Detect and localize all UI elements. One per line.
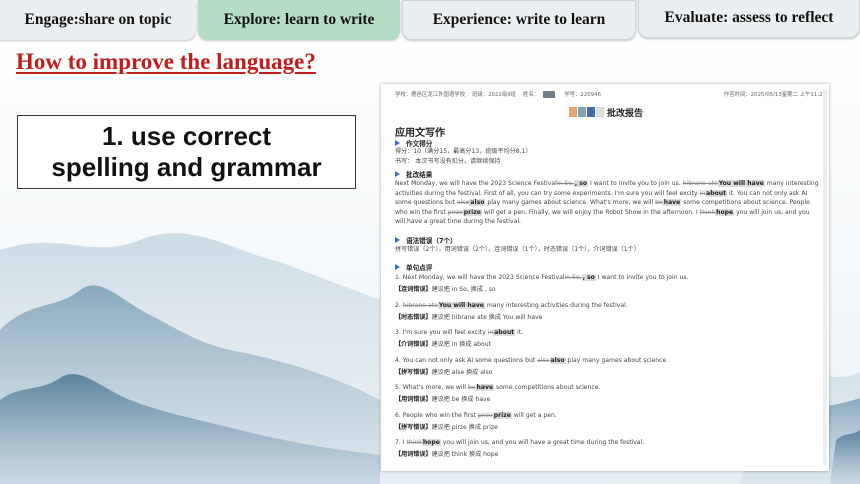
comment-suggestion: 【用词错误】建议把 be 换成 have: [395, 396, 491, 403]
report-meta: 学校：鹿邑区龙江外国语学校 班级：2022级9班 姓名： 学号：220946 作…: [395, 90, 826, 100]
callout-line-2: spelling and grammar: [51, 152, 322, 182]
corrected-essay: Next Monday, we will have the 2023 Scien…: [395, 180, 819, 226]
section-title: 应用文写作: [395, 128, 445, 139]
meta-school: 学校：鹿邑区龙江外国语学校: [395, 92, 466, 98]
score-line: 得分：10（满分15，最高分13，班级平均分8.1）: [395, 148, 532, 155]
tab-evaluate-label: Evaluate: assess to reflect: [664, 9, 834, 26]
tab-engage[interactable]: Engage:share on topic: [0, 0, 196, 40]
tab-explore-label: Explore: learn to write: [223, 11, 375, 28]
comment-sentence: 4. You can not only ask AI some question…: [395, 356, 669, 364]
result-header: 批改结果: [395, 169, 432, 179]
report-title: 批改报告: [607, 108, 644, 119]
tab-evaluate[interactable]: Evaluate: assess to reflect: [638, 0, 860, 38]
errors-line: 拼写错误（2个），用词错误（2个），连词错误（1个），时态错误（1个），介词错误…: [395, 246, 640, 253]
redacted-block: [578, 107, 586, 117]
triangle-bullet-icon: [395, 237, 400, 243]
writing-line: 书写： 本次书写没有扣分，请继续保持: [395, 158, 501, 165]
redacted-block: [569, 107, 577, 117]
comment-sentence: 1. Next Monday, we will have the 2023 Sc…: [395, 274, 689, 281]
tab-experience[interactable]: Experience: write to learn: [402, 0, 636, 40]
comment-sentence: 3. I'm sure you will feel excity inabout…: [395, 329, 524, 336]
meta-class: 班级：2022级9班: [471, 92, 517, 98]
meta-student-no: 学号：220946: [564, 92, 602, 98]
comment-suggestion: 【介词错误】建议把 in 换成 about: [395, 341, 491, 348]
tip-callout: 1. use correct spelling and grammar: [17, 115, 356, 189]
tab-explore[interactable]: Explore: learn to write: [198, 0, 400, 40]
triangle-bullet-icon: [395, 140, 400, 146]
tab-engage-label: Engage:share on topic: [24, 11, 172, 28]
correction-report: 学校：鹿邑区龙江外国语学校 班级：2022级9班 姓名： 学号：220946 作…: [381, 84, 829, 471]
errors-header: 语法错误（7个）: [395, 235, 457, 245]
comments-header: 单句点评: [395, 262, 432, 272]
redacted-block: [596, 107, 604, 117]
page-heading: How to improve the language?: [16, 49, 316, 74]
comment-suggestion: 【连词错误】建议把 in So, 换成 , so: [395, 286, 496, 293]
report-scrollbar[interactable]: [823, 90, 827, 465]
meta-work-time: 作答时间：2025/05/13星期二 上午11:25: [723, 92, 826, 98]
redacted-name: [543, 91, 556, 98]
comment-suggestion: 【用词错误】建议把 think 换成 hope: [395, 451, 499, 458]
triangle-bullet-icon: [395, 171, 400, 177]
comment-suggestion: 【时态错误】建议把 hibrane ate 换成 You will have: [395, 313, 543, 321]
comment-suggestion: 【拼写错误】建议把 alse 换成 also: [395, 368, 493, 376]
comment-sentence: 6. People who win the first pirzeprize w…: [395, 411, 557, 419]
tab-experience-label: Experience: write to learn: [432, 11, 606, 28]
comment-sentence: 5. What's more, we will behave some comp…: [395, 384, 601, 391]
triangle-bullet-icon: [395, 264, 400, 270]
comment-suggestion: 【拼写错误】建议把 pirze 换成 prize: [395, 423, 498, 431]
meta-name-label: 姓名：: [522, 92, 540, 98]
callout-line-1: 1. use correct: [101, 121, 272, 151]
comment-sentence: 7. I thinkhope you will join us, and you…: [395, 439, 645, 446]
comment-sentence: 2. hibrane ateYou will have many interes…: [395, 301, 628, 309]
redacted-block: [587, 107, 595, 117]
report-title-row: 批改报告: [569, 106, 644, 119]
